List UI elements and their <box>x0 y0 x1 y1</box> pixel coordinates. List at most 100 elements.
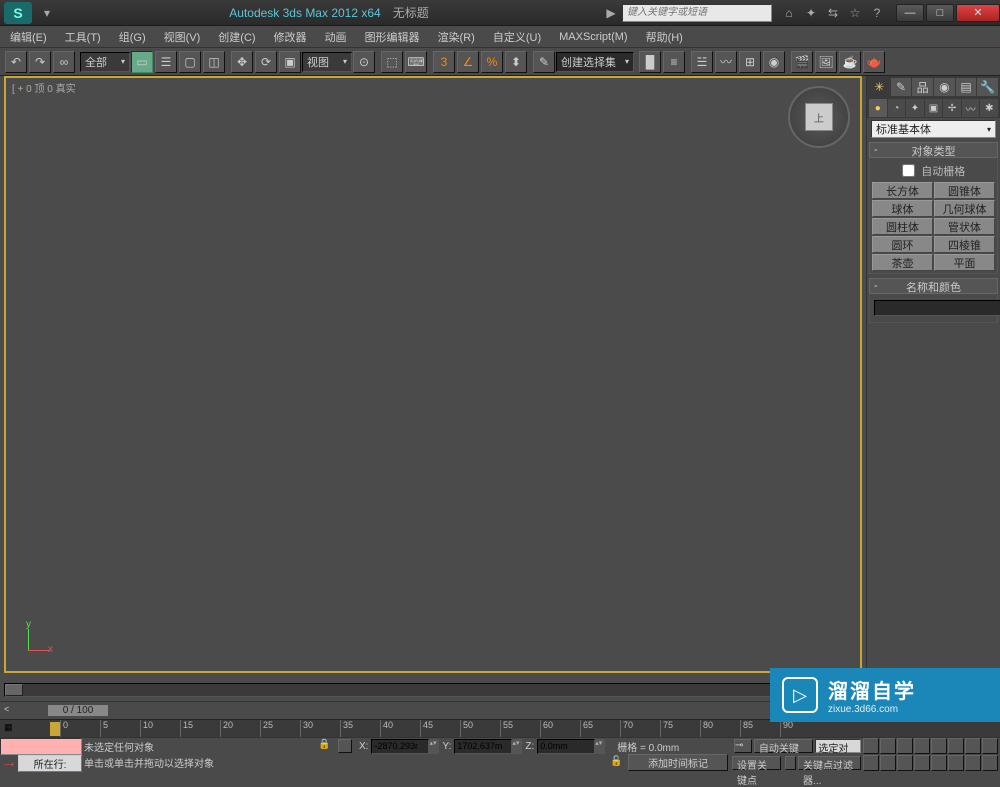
viewport-label[interactable]: [ + 0 顶 0 真实 <box>12 80 76 95</box>
tab-display[interactable]: ▤ <box>956 78 977 96</box>
close-button[interactable]: ✕ <box>956 4 1000 22</box>
tab-create[interactable]: ✳ <box>869 78 890 96</box>
selection-lock-icon[interactable]: 🔓 <box>610 756 624 770</box>
subtab-cameras[interactable]: ▣ <box>925 99 943 117</box>
percent-snap-icon[interactable]: % <box>481 51 503 73</box>
nav3-icon[interactable] <box>965 755 981 771</box>
scrollbar-thumb[interactable] <box>5 684 23 696</box>
x-spinner[interactable]: ▴▾ <box>429 739 439 754</box>
zoom-region-icon[interactable] <box>914 755 930 771</box>
z-input[interactable] <box>537 739 595 754</box>
mirror-icon[interactable]: ▐▌ <box>639 51 661 73</box>
viewcube-face[interactable]: 上 <box>805 103 833 131</box>
tab-motion[interactable]: ◉ <box>934 78 955 96</box>
subtab-lights[interactable]: ✦ <box>906 99 924 117</box>
link-icon[interactable]: ∞ <box>53 51 75 73</box>
favorite-icon[interactable]: ☆ <box>846 4 864 22</box>
spinner-snap-icon[interactable]: ⬍ <box>505 51 527 73</box>
menu-help[interactable]: 帮助(H) <box>646 29 683 45</box>
named-selection-dropdown[interactable]: 创建选择集▾ <box>556 52 634 72</box>
time-slider[interactable] <box>50 722 60 736</box>
pivot-icon[interactable]: ⊙ <box>353 51 375 73</box>
tab-modify[interactable]: ✎ <box>891 78 912 96</box>
help-icon[interactable]: ? <box>868 4 886 22</box>
dropdown-icon[interactable]: ▾ <box>38 4 56 22</box>
selection-filter-dropdown[interactable]: 全部▾ <box>80 52 130 72</box>
edit-selection-set-icon[interactable]: ✎ <box>533 51 555 73</box>
redo-icon[interactable]: ↷ <box>29 51 51 73</box>
lock-icon[interactable]: 🔒 <box>318 739 332 753</box>
primitive-cone[interactable]: 圆锥体 <box>934 182 995 199</box>
key-mode-icon[interactable] <box>785 756 796 770</box>
menu-create[interactable]: 创建(C) <box>218 29 255 45</box>
primitive-sphere[interactable]: 球体 <box>872 200 933 217</box>
rotate-icon[interactable]: ⟳ <box>255 51 277 73</box>
y-spinner[interactable]: ▴▾ <box>512 739 522 754</box>
nav2-icon[interactable] <box>948 755 964 771</box>
category-dropdown[interactable]: 标准基本体▾ <box>871 120 996 138</box>
manipulate-icon[interactable]: ⬚ <box>381 51 403 73</box>
x-input[interactable] <box>371 739 429 754</box>
listener-arrow-icon[interactable]: → <box>0 754 18 772</box>
maxscript-mini-listener[interactable] <box>0 738 82 755</box>
goto-end-icon[interactable] <box>931 738 947 754</box>
prev-frame-icon[interactable] <box>880 738 896 754</box>
ref-coord-dropdown[interactable]: 视图▾ <box>302 52 352 72</box>
next-frame-icon[interactable] <box>914 738 930 754</box>
render-icon[interactable]: ☕ <box>839 51 861 73</box>
connect-icon[interactable]: ⌂ <box>780 4 798 22</box>
menu-maxscript[interactable]: MAXScript(M) <box>559 31 627 43</box>
listener-row-button[interactable]: 所在行: <box>18 755 82 772</box>
key-filters-button[interactable]: 关键点过滤器... <box>798 756 861 770</box>
z-spinner[interactable]: ▴▾ <box>595 739 605 754</box>
rendered-frame-icon[interactable]: 🖼 <box>815 51 837 73</box>
zoom-icon[interactable] <box>965 738 981 754</box>
primitive-box[interactable]: 长方体 <box>872 182 933 199</box>
primitive-pyramid[interactable]: 四棱锥 <box>934 236 995 253</box>
pan-icon[interactable] <box>948 738 964 754</box>
window-crossing-icon[interactable]: ◫ <box>203 51 225 73</box>
menu-tools[interactable]: 工具(T) <box>65 29 101 45</box>
orbit-icon[interactable] <box>880 755 896 771</box>
select-by-name-icon[interactable]: ☰ <box>155 51 177 73</box>
auto-key-button[interactable]: 自动关键点 <box>754 739 814 753</box>
help-search-input[interactable] <box>622 4 772 22</box>
primitive-teapot[interactable]: 茶壶 <box>872 254 933 271</box>
tab-hierarchy[interactable]: 品 <box>912 78 933 96</box>
subtab-helpers[interactable]: ✢ <box>943 99 961 117</box>
align-icon[interactable]: ≡ <box>663 51 685 73</box>
timeline-config-icon[interactable]: < <box>4 704 18 718</box>
scale-icon[interactable]: ▣ <box>279 51 301 73</box>
key-icon[interactable]: ⊸ <box>734 739 752 753</box>
select-object-icon[interactable]: ▭ <box>131 51 153 73</box>
horizontal-scrollbar[interactable]: ▶ <box>4 683 862 697</box>
primitive-geosphere[interactable]: 几何球体 <box>934 200 995 217</box>
subtab-systems[interactable]: ✱ <box>980 99 998 117</box>
time-config-icon[interactable] <box>863 755 879 771</box>
max-toggle-icon[interactable] <box>931 755 947 771</box>
rollout-header-objtype[interactable]: -对象类型 <box>869 142 998 158</box>
rollout-header-namecolor[interactable]: -名称和颜色 <box>869 278 998 294</box>
keyboard-icon[interactable]: ⌨ <box>405 51 427 73</box>
subtab-geometry[interactable]: ● <box>869 99 887 117</box>
subtab-space-warps[interactable]: 〰 <box>962 99 980 117</box>
minimize-button[interactable]: — <box>896 4 924 22</box>
coord-mode-icon[interactable] <box>338 739 352 753</box>
move-icon[interactable]: ✥ <box>231 51 253 73</box>
search-go-icon[interactable]: ▶ <box>602 4 620 22</box>
fov-icon[interactable] <box>897 755 913 771</box>
nav4-icon[interactable] <box>982 755 998 771</box>
goto-start-icon[interactable] <box>863 738 879 754</box>
play-icon[interactable] <box>897 738 913 754</box>
object-name-input[interactable] <box>874 300 1000 316</box>
menu-customize[interactable]: 自定义(U) <box>493 29 541 45</box>
viewport[interactable]: [ + 0 顶 0 真实 上 y x <box>4 76 862 673</box>
select-region-icon[interactable]: ▢ <box>179 51 201 73</box>
angle-snap-icon[interactable]: ∠ <box>457 51 479 73</box>
zoom-extents-icon[interactable] <box>982 738 998 754</box>
auto-grid-checkbox[interactable] <box>902 164 915 177</box>
material-editor-icon[interactable]: ◉ <box>763 51 785 73</box>
primitive-torus[interactable]: 圆环 <box>872 236 933 253</box>
menu-rendering[interactable]: 渲染(R) <box>438 29 475 45</box>
maximize-button[interactable]: □ <box>926 4 954 22</box>
